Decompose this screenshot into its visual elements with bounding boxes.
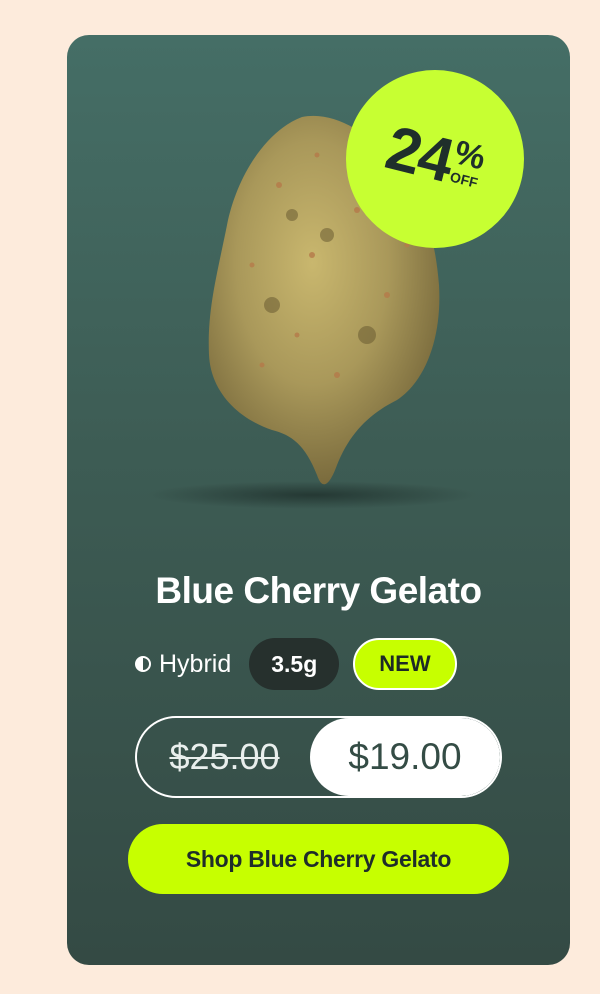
half-circle-icon [135,656,151,672]
product-meta: Hybrid 3.5g NEW [135,638,457,690]
discount-badge: 24 % OFF [346,70,524,248]
product-card[interactable]: 24 % OFF Blue Cherry Gelato Hybrid 3.5g … [67,35,570,965]
shop-button[interactable]: Shop Blue Cherry Gelato [128,824,509,894]
strain-label: Hybrid [159,649,232,678]
sale-price: $19.00 [310,718,500,796]
original-price: $25.00 [169,736,280,777]
new-badge: NEW [353,638,457,690]
strain-type: Hybrid [135,650,231,679]
product-title: Blue Cherry Gelato [155,570,482,611]
weight-pill: 3.5g [249,638,340,690]
price-box: $25.00 $19.00 [135,716,502,798]
